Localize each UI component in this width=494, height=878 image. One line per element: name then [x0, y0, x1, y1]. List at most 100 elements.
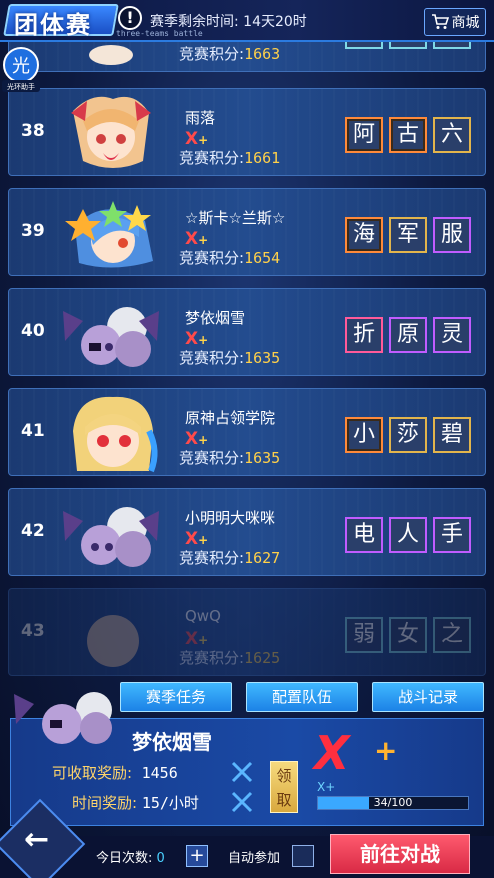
tag-char: 人 [389, 517, 427, 553]
score-value: 1663 [244, 45, 281, 63]
auto-join-checkbox[interactable] [292, 845, 314, 867]
score-label: 竞赛积分:1654 [179, 249, 281, 267]
claimable-value: 1456 [141, 764, 178, 782]
tag-char: 莎 [389, 417, 427, 453]
tag-char: 弱 [345, 617, 383, 653]
level-x-emblem: X [314, 726, 350, 780]
level-badge: X+ [185, 529, 209, 549]
player-name: QwQ [185, 607, 221, 625]
player-avatar [53, 491, 163, 575]
level-badge: X+ [185, 429, 209, 449]
tag-char: 海 [345, 217, 383, 253]
header-bar: 团体赛 ! three-teams battle 赛季剩余时间: 14天20时 … [0, 0, 494, 42]
tag-char: 军 [389, 217, 427, 253]
time-reward: 时间奖励: 15/小时 [72, 794, 199, 812]
tag-slot [389, 42, 427, 49]
shop-button[interactable]: 商城 [424, 8, 486, 36]
score-value: 1635 [244, 449, 281, 467]
score-value: 1625 [244, 649, 281, 667]
player-name: 雨落 [185, 109, 216, 127]
rank-number: 40 [21, 321, 45, 341]
player-avatar [53, 91, 163, 175]
player-avatar [53, 191, 163, 275]
shop-label: 商城 [451, 15, 480, 31]
tag-char: 电 [345, 517, 383, 553]
my-player-name: 梦依烟雪 [132, 730, 212, 754]
time-reward-value: 15/小时 [141, 794, 199, 812]
tag-group: 阿 古 六 [345, 117, 471, 153]
my-avatar [10, 684, 130, 746]
tag-slot [345, 42, 383, 49]
season-time-label: 赛季剩余时间: [150, 14, 239, 30]
level-badge: X+ [185, 329, 209, 349]
crossed-swords-icon [230, 790, 254, 814]
season-remaining-time: 赛季剩余时间: 14天20时 [150, 11, 307, 31]
tag-char: 女 [389, 617, 427, 653]
tag-group: 海 军 服 [345, 217, 471, 253]
tag-slot [433, 42, 471, 49]
level-badge: X+ [185, 129, 209, 149]
tag-char: 原 [389, 317, 427, 353]
cart-icon [431, 14, 449, 30]
ranking-row[interactable]: 42 小明明大咪咪 X+ 竞赛积分:1627 电 人 手 [8, 488, 486, 576]
auto-join-label: 自动参加 [228, 851, 281, 866]
score-label: 竞赛积分:1635 [179, 449, 281, 467]
rank-number: 43 [21, 621, 45, 641]
tag-char: 服 [433, 217, 471, 253]
tag-char: 小 [345, 417, 383, 453]
score-value: 1654 [244, 249, 281, 267]
level-plus-emblem: + [374, 734, 398, 767]
score-value: 1661 [244, 149, 281, 167]
tag-group: 弱 女 之 [345, 617, 471, 653]
action-button-row: 赛季任务 配置队伍 战斗记录 [120, 682, 484, 712]
score-value: 1627 [244, 549, 281, 567]
level-badge: X+ [185, 629, 209, 649]
season-time-value: 14天20时 [243, 14, 307, 30]
tag-char: 六 [433, 117, 471, 153]
tag-group [345, 42, 471, 49]
score-label: 竞赛积分:1625 [179, 649, 281, 667]
tag-group: 小 莎 碧 [345, 417, 471, 453]
score-value: 1635 [244, 349, 281, 367]
svg-text:光环助手: 光环助手 [7, 82, 35, 91]
level-progress-text: 34/100 [373, 796, 413, 809]
player-name: 梦依烟雪 [185, 309, 246, 327]
level-progress-bar: 34/100 [317, 796, 469, 810]
tag-group: 折 原 灵 [345, 317, 471, 353]
configure-team-button[interactable]: 配置队伍 [246, 682, 358, 712]
assist-helper-badge[interactable]: 光 光环助手 [2, 46, 40, 92]
tag-char: 古 [389, 117, 427, 153]
rank-number: 39 [21, 221, 45, 241]
claim-button[interactable]: 领取 [270, 761, 298, 813]
ranking-list[interactable]: 竞赛积分:1663 38 雨落 X+ 竞赛积分:1661 阿 古 六 39 ☆斯… [0, 42, 494, 692]
ranking-row[interactable]: 39 ☆斯卡☆兰斯☆ X+ 竞赛积分:1654 海 军 服 [8, 188, 486, 276]
info-icon[interactable]: ! [118, 6, 142, 30]
score-label: 竞赛积分:1661 [179, 149, 281, 167]
svg-text:光: 光 [12, 56, 30, 77]
score-label: 竞赛积分:1627 [179, 549, 281, 567]
player-name: 原神占领学院 [185, 409, 276, 427]
player-avatar [53, 42, 163, 71]
page-title: 团体赛 [14, 11, 92, 39]
tag-char: 阿 [345, 117, 383, 153]
ranking-row[interactable]: 竞赛积分:1663 [8, 42, 486, 72]
battle-record-button[interactable]: 战斗记录 [372, 682, 484, 712]
ranking-row[interactable]: 40 梦依烟雪 X+ 竞赛积分:1635 折 原 灵 [8, 288, 486, 376]
claimable-reward: 可收取奖励: 1456 [52, 764, 178, 782]
score-label: 竞赛积分:1663 [179, 45, 281, 63]
level-small-label: X+ [317, 780, 336, 794]
rank-number: 42 [21, 521, 45, 541]
tag-char: 手 [433, 517, 471, 553]
go-battle-button[interactable]: 前往对战 [330, 834, 470, 874]
ranking-row[interactable]: 41 原神占领学院 X+ 竞赛积分:1635 小 莎 碧 [8, 388, 486, 476]
ranking-row[interactable]: 43 QwQ X+ 竞赛积分:1625 弱 女 之 [8, 588, 486, 676]
level-badge: X+ [185, 229, 209, 249]
tag-char: 折 [345, 317, 383, 353]
season-task-button[interactable]: 赛季任务 [120, 682, 232, 712]
ranking-row[interactable]: 38 雨落 X+ 竞赛积分:1661 阿 古 六 [8, 88, 486, 176]
tag-char: 灵 [433, 317, 471, 353]
add-count-button[interactable]: + [186, 845, 208, 867]
tag-group: 电 人 手 [345, 517, 471, 553]
back-arrow-icon: ← [24, 822, 50, 857]
score-label: 竞赛积分:1635 [179, 349, 281, 367]
